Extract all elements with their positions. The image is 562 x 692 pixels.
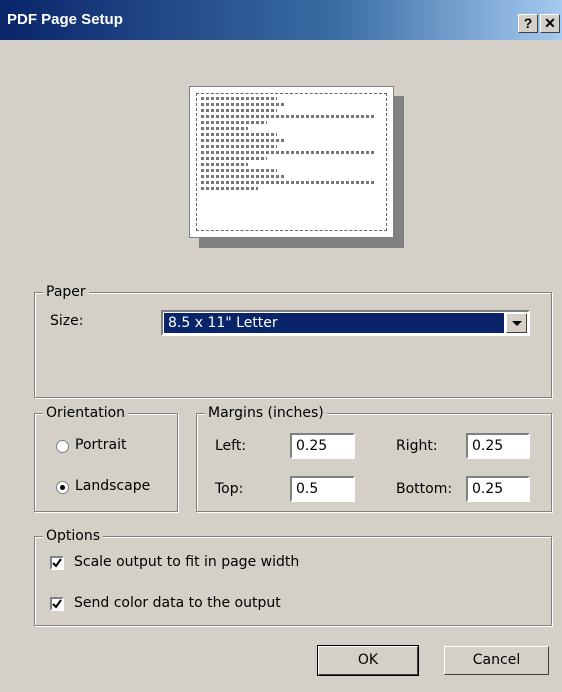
left-margin-label: Left: xyxy=(215,438,247,454)
scale-output-label[interactable]: Scale output to fit in page width xyxy=(74,554,299,570)
send-color-label[interactable]: Send color data to the output xyxy=(74,595,281,611)
chevron-down-icon[interactable] xyxy=(506,313,527,333)
landscape-label[interactable]: Landscape xyxy=(75,478,150,494)
send-color-checkbox[interactable] xyxy=(50,597,64,611)
options-group-label: Options xyxy=(43,527,104,545)
landscape-radio[interactable] xyxy=(56,481,69,494)
orientation-group: Orientation xyxy=(34,404,178,512)
right-margin-field[interactable]: 0.25 xyxy=(466,433,530,459)
paper-size-value: 8.5 x 11" Letter xyxy=(164,313,504,333)
bottom-margin-label: Bottom: xyxy=(396,481,453,497)
portrait-label[interactable]: Portrait xyxy=(75,437,126,453)
scale-output-checkbox[interactable] xyxy=(50,556,64,570)
orientation-group-label: Orientation xyxy=(43,404,129,422)
bottom-margin-field[interactable]: 0.25 xyxy=(466,476,530,502)
title-bar: PDF Page Setup ? ✕ xyxy=(0,0,562,40)
ok-button[interactable]: OK xyxy=(317,645,419,676)
paper-size-select[interactable]: 8.5 x 11" Letter xyxy=(161,310,530,336)
close-button[interactable]: ✕ xyxy=(540,14,560,33)
left-margin-field[interactable]: 0.25 xyxy=(290,433,355,459)
options-group: Options xyxy=(34,527,552,626)
top-margin-field[interactable]: 0.5 xyxy=(290,476,355,502)
help-button[interactable]: ? xyxy=(518,14,538,33)
preview-margin-outline xyxy=(196,93,387,231)
cancel-button[interactable]: Cancel xyxy=(444,646,549,675)
top-margin-label: Top: xyxy=(215,481,244,497)
portrait-radio[interactable] xyxy=(56,440,69,453)
paper-group-label: Paper xyxy=(43,283,89,301)
page-preview xyxy=(189,86,394,238)
right-margin-label: Right: xyxy=(396,438,438,454)
margins-group-label: Margins (inches) xyxy=(205,404,327,422)
paper-group: Paper xyxy=(34,283,552,398)
size-label: Size: xyxy=(50,313,84,329)
window-title: PDF Page Setup xyxy=(7,11,123,28)
